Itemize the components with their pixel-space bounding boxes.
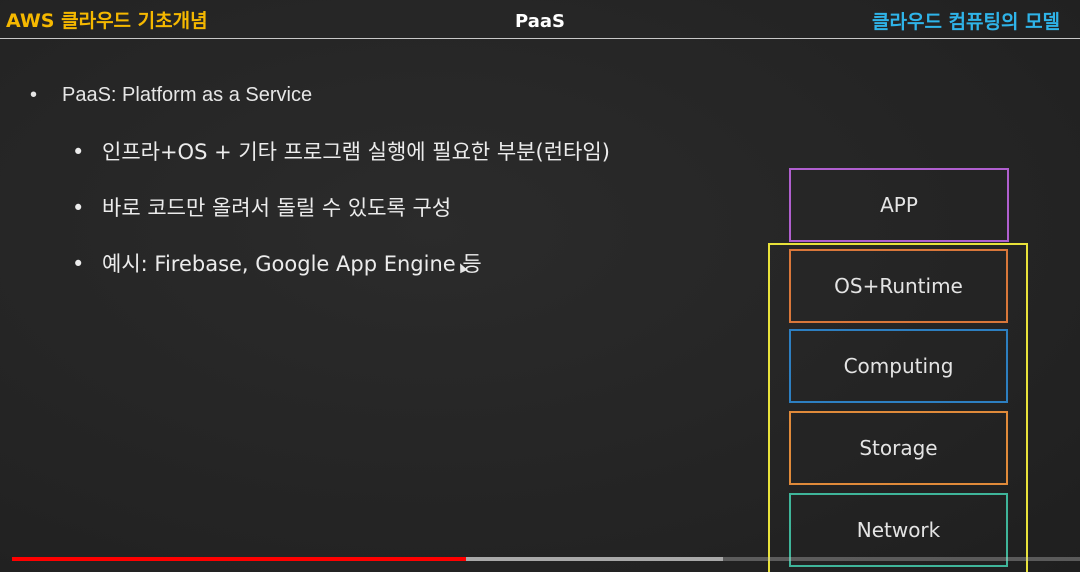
sub-bullet-examples: • 예시: Firebase, Google App Engine 등 xyxy=(72,248,482,278)
bullet-dot: • xyxy=(72,196,85,220)
sub-bullet-runtime: • 인프라+OS + 기타 프로그램 실행에 필요한 부분(런타임) xyxy=(72,136,610,166)
stack-layer-network: Network xyxy=(789,493,1008,567)
stack-layer-label: Computing xyxy=(843,354,954,378)
sub-bullet-text: 인프라+OS + 기타 프로그램 실행에 필요한 부분(런타임) xyxy=(102,140,610,164)
bullet-dot: • xyxy=(72,252,85,276)
stack-layer-app: APP xyxy=(789,168,1009,242)
bullet-dot: • xyxy=(72,140,85,164)
stack-layer-label: APP xyxy=(880,193,918,217)
main-bullet: • PaaS: Platform as a Service xyxy=(30,84,312,107)
sub-bullet-code: • 바로 코드만 올려서 돌릴 수 있도록 구성 xyxy=(72,192,451,222)
stack-layer-computing: Computing xyxy=(789,329,1008,403)
sub-bullet-text: 예시: Firebase, Google App Engine 등 xyxy=(102,252,482,276)
stack-layer-label: OS+Runtime xyxy=(834,274,963,298)
section-title: 클라우드 컴퓨팅의 모델 xyxy=(872,11,1061,33)
slide: AWS 클라우드 기초개념 PaaS 클라우드 컴퓨팅의 모델 • PaaS: P… xyxy=(0,0,1080,572)
video-played-bar xyxy=(12,557,466,561)
stack-layer-label: Network xyxy=(856,518,941,542)
bullet-dot: • xyxy=(30,84,38,106)
stack-layer-os-runtime: OS+Runtime xyxy=(789,249,1008,323)
video-progress-bar[interactable] xyxy=(12,557,1080,561)
stack-layer-storage: Storage xyxy=(789,411,1008,485)
stack-layer-label: Storage xyxy=(859,436,938,460)
header-divider xyxy=(0,38,1080,39)
slide-header: AWS 클라우드 기초개념 PaaS 클라우드 컴퓨팅의 모델 xyxy=(0,0,1080,38)
main-bullet-text: PaaS: Platform as a Service xyxy=(62,84,313,106)
sub-bullet-text: 바로 코드만 올려서 돌릴 수 있도록 구성 xyxy=(102,196,452,220)
course-title: AWS 클라우드 기초개념 xyxy=(6,10,208,32)
